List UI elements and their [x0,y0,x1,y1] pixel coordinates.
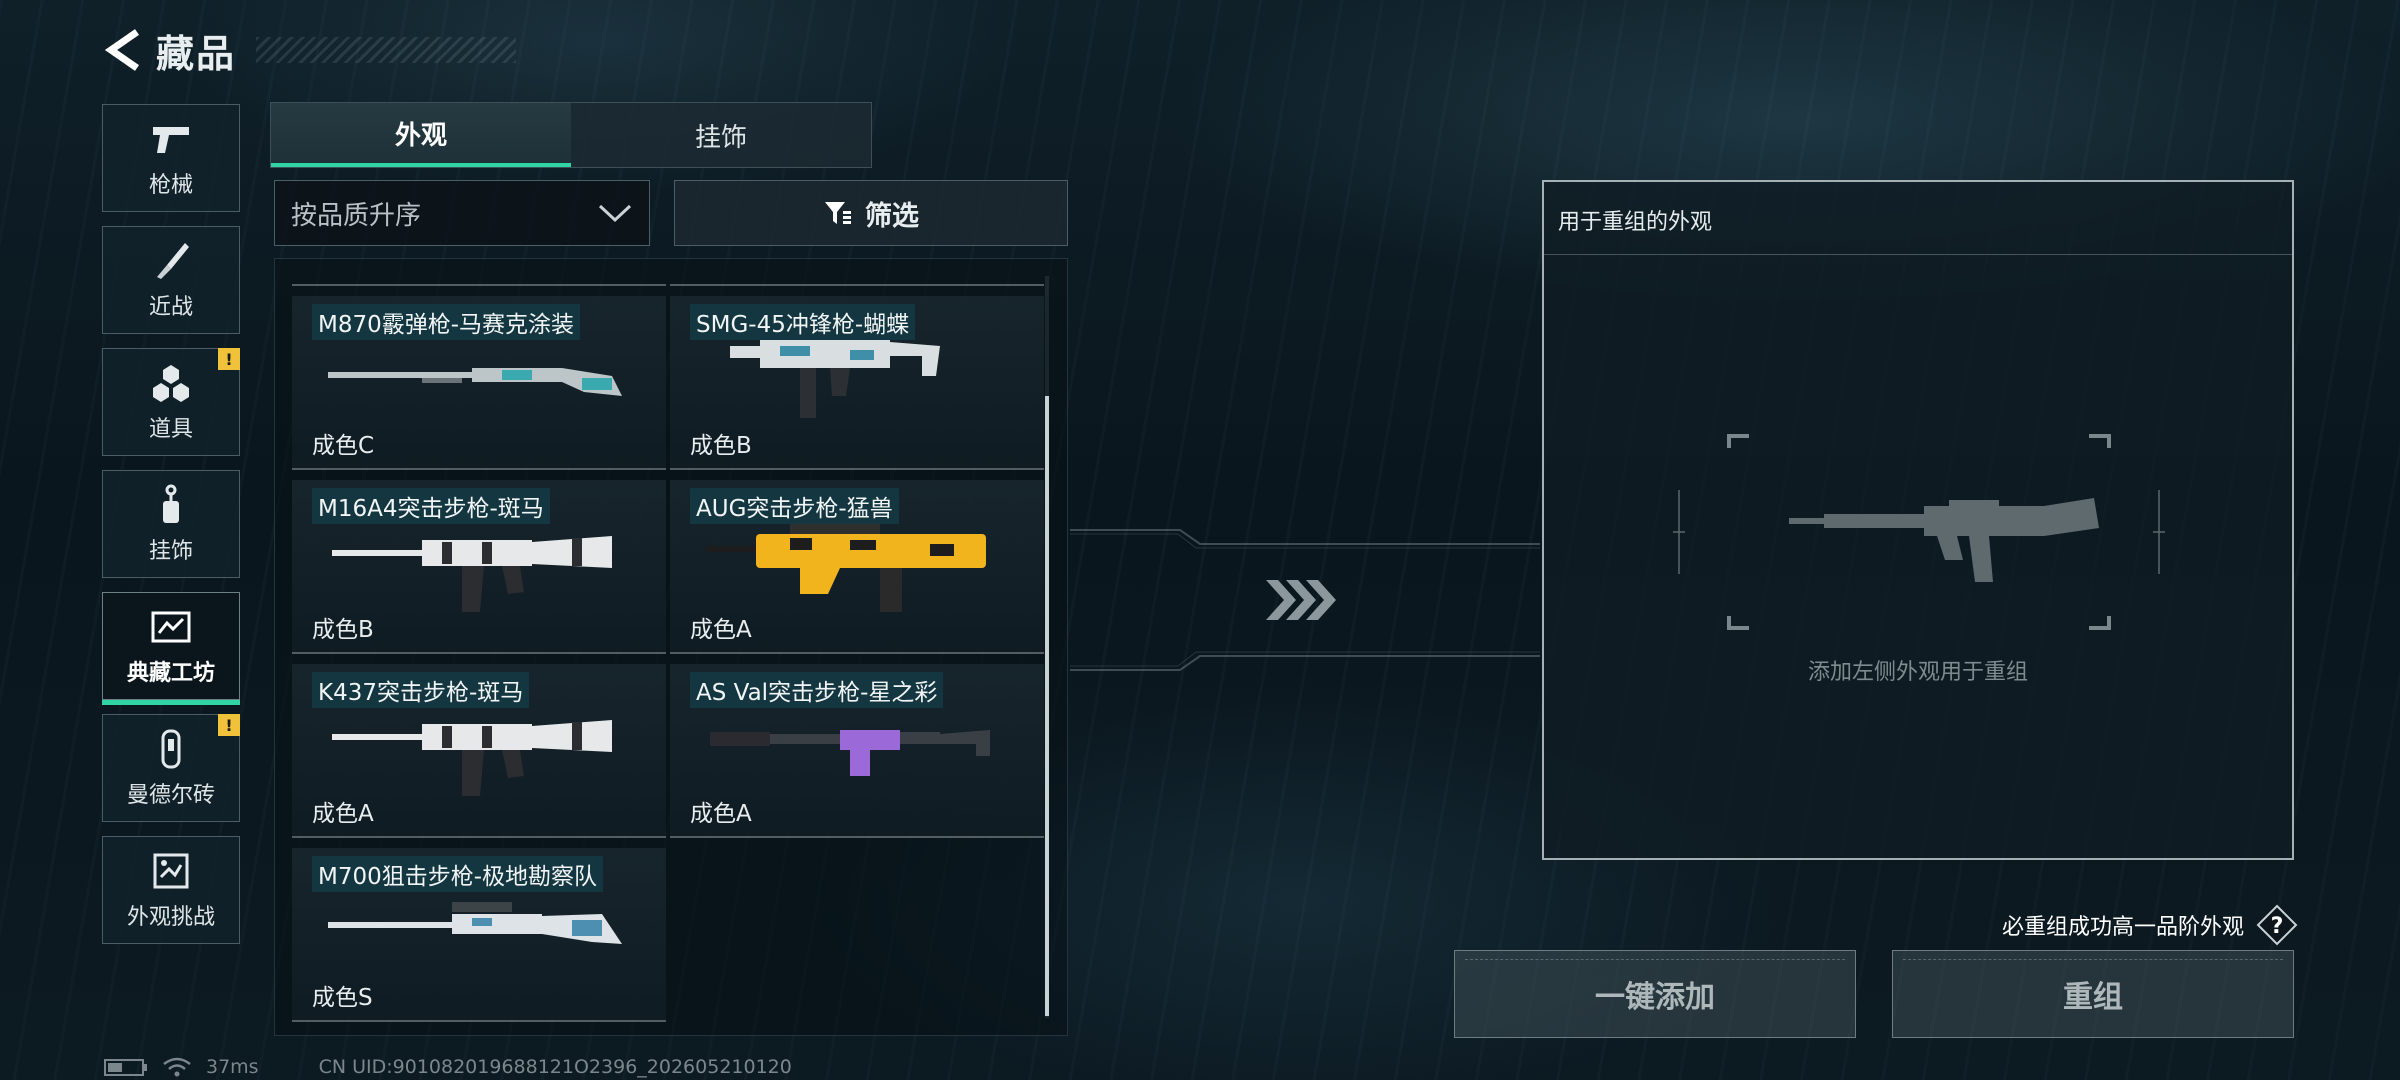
list-scrollbar-thumb[interactable] [1045,396,1049,1016]
rifle-placeholder-icon [1789,498,2099,582]
connector-decoration [1070,529,1540,671]
nav-item-bricks[interactable]: ! 曼德尔砖 [102,714,240,822]
wifi-icon [163,1057,191,1077]
tab-charms[interactable]: 挂饰 [571,103,871,167]
skin-grade: 成色B [690,433,752,459]
nav-label: 挂饰 [148,539,193,564]
nav-item-guns[interactable]: 枪械 [102,104,240,212]
skin-card[interactable]: AUG突击步枪-猛兽成色A [670,480,1044,654]
quick-add-label: 一键添加 [1595,980,1715,1015]
remix-button-label: 重组 [2063,980,2123,1015]
filter-icon [825,202,851,224]
sort-label: 按品质升序 [291,200,422,231]
filter-button[interactable]: 筛选 [674,180,1068,246]
list-partial-row [274,258,1068,288]
skin-card[interactable]: K437突击步枪-斑马成色A [292,664,666,838]
tab-appearance[interactable]: 外观 [271,103,571,167]
pistol-icon [149,117,193,161]
nav-item-charms[interactable]: 挂饰 [102,470,240,578]
content-tabs: 外观 挂饰 [270,102,872,168]
skin-grade: 成色A [690,617,752,643]
nav-label: 枪械 [148,173,193,198]
skin-name: SMG-45冲锋枪-蝴蝶 [690,304,916,340]
skin-card[interactable]: M16A4突击步枪-斑马成色B [292,480,666,654]
skin-name: AUG突击步枪-猛兽 [690,488,899,524]
filter-label: 筛选 [865,200,919,232]
remix-title: 用于重组的外观 [1558,210,1713,235]
skin-name: K437突击步枪-斑马 [312,672,530,708]
empty-slot-frame[interactable] [1669,432,2169,632]
skin-name: M870霰弹枪-马赛克涂装 [312,304,581,340]
page-title: 藏品 [156,31,237,76]
shotgun-weapon-icon [328,368,622,396]
remix-button[interactable]: 重组 [1892,950,2294,1038]
skin-name: M16A4突击步枪-斑马 [312,488,550,524]
sort-dropdown[interactable]: 按品质升序 [274,180,650,246]
chevron-down-icon [598,204,632,223]
skin-name: AS Val突击步枪-星之彩 [690,672,944,708]
back-button[interactable] [100,25,146,75]
skin-card[interactable]: SMG-45冲锋枪-蝴蝶成色B [670,296,1044,470]
knife-icon [149,239,193,283]
smg-weapon-icon [730,340,940,418]
ping-value: 37ms [206,1056,259,1078]
nav-label: 道具 [148,417,193,442]
title-decoration [256,37,517,63]
quick-add-button[interactable]: 一键添加 [1454,950,1856,1038]
challenge-icon [149,849,193,893]
nav-item-items[interactable]: ! 道具 [102,348,240,456]
help-button[interactable]: ? [2256,904,2298,946]
workshop-icon [149,605,193,649]
battery-icon [104,1059,147,1076]
skin-grade: 成色S [312,985,373,1011]
nav-item-workshop[interactable]: 典藏工坊 [102,592,240,705]
skin-grade: 成色B [312,617,374,643]
skin-grade: 成色C [312,433,375,459]
skin-card[interactable]: M870霰弹枪-马赛克涂装成色C [292,296,666,470]
grenade-icon [149,361,193,405]
help-icon: ? [2256,904,2298,946]
uid-text: CN UID:901082019688121O2396_202605210120 [318,1056,792,1078]
remix-info-row: 必重组成功高一品阶外观 ? [2002,904,2298,946]
skin-card[interactable]: M700狙击步枪-极地勘察队成色S [292,848,666,1022]
sniper-weapon-icon [328,902,622,944]
nav-label: 曼德尔砖 [126,783,215,808]
skin-card[interactable]: AS Val突击步枪-星之彩成色A [670,664,1044,838]
nav-item-challenges[interactable]: 外观挑战 [102,836,240,944]
status-bar: 37ms CN UID:901082019688121O2396_2026052… [104,1056,792,1078]
remix-panel: 用于重组的外观 添加左侧外观用于重组 [1542,180,2294,860]
nav-label: 外观挑战 [126,905,215,930]
warning-badge: ! [218,714,240,736]
nav-label: 典藏工坊 [126,661,215,686]
svg-text:?: ? [2271,914,2284,939]
remix-hint: 添加左侧外观用于重组 [1807,660,2028,685]
rifle-weapon-icon [332,720,612,796]
nav-item-melee[interactable]: 近战 [102,226,240,334]
warning-badge: ! [218,348,240,370]
asval-weapon-icon [710,730,990,776]
remix-info-text: 必重组成功高一品阶外观 [2001,915,2244,940]
remix-divider [1544,254,2292,255]
rifle-weapon-icon [332,536,612,612]
chevron-right-icon [1266,580,1336,620]
skin-grade: 成色A [312,801,374,827]
skin-name: M700狙击步枪-极地勘察队 [312,856,604,892]
nav-label: 近战 [148,295,193,320]
category-nav: 枪械 近战 ! 道具 挂饰 典藏工坊 ! 曼德尔砖 外观挑战 [102,104,240,958]
back-arrow-icon [104,29,139,71]
header: 藏品 [100,22,517,78]
skin-grade: 成色A [690,801,752,827]
bullpup-weapon-icon [706,522,986,612]
brick-icon [149,727,193,771]
charm-icon [149,483,193,527]
